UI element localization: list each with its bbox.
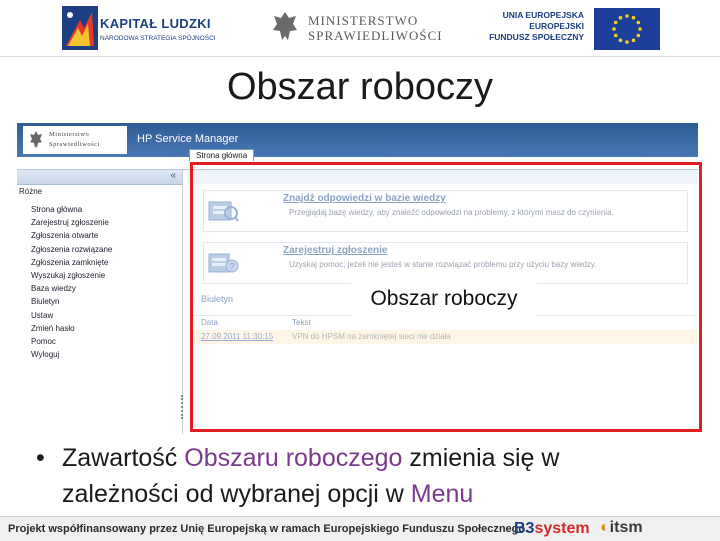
menu-item-search-ticket[interactable]: Wyszukaj zgłoszenie bbox=[31, 269, 112, 282]
footer: Projekt współfinansowany przez Unię Euro… bbox=[0, 516, 720, 541]
eu-line1: UNIA EUROPEJSKA bbox=[502, 10, 584, 20]
eu-flag-icon bbox=[594, 8, 660, 50]
menu-item-register-ticket[interactable]: Zarejestruj zgłoszenie bbox=[31, 216, 112, 229]
slide-title: Obszar roboczy bbox=[226, 66, 494, 108]
kapital-ludzki-mark-icon bbox=[62, 6, 98, 50]
ministry-line2: SPRAWIEDLIWOŚCI bbox=[308, 28, 443, 43]
menu-item-closed-tickets[interactable]: Zgłoszenia zamknięte bbox=[31, 256, 112, 269]
badge-line1: Ministerstwo bbox=[49, 131, 90, 138]
kapital-ludzki-title: KAPITAŁ LUDZKI bbox=[100, 16, 211, 31]
menu-item-help[interactable]: Pomoc bbox=[31, 335, 112, 348]
tab-home[interactable]: Strona główna bbox=[189, 149, 255, 161]
workspace-callout-label: Obszar roboczy bbox=[351, 282, 537, 316]
bullet-highlight-workspace: Obszaru roboczego bbox=[184, 444, 403, 472]
menu-item-resolved-tickets[interactable]: Zgłoszenia rozwiązane bbox=[31, 243, 112, 256]
itsm-logo: ◐itsm bbox=[600, 519, 643, 537]
badge-eagle-icon bbox=[30, 131, 42, 148]
bullet-text: Zawartość Obszaru roboczego zmienia się … bbox=[62, 440, 682, 512]
menu-sidebar: « Różne Strona główna Zarejestruj zgłosz… bbox=[17, 170, 183, 434]
menu-item-logout[interactable]: Wyloguj bbox=[31, 348, 112, 361]
itsm-mark-icon: ◐ bbox=[600, 519, 610, 536]
bullet-text-part1: Zawartość bbox=[62, 444, 185, 472]
eagle-emblem-icon bbox=[273, 12, 297, 40]
b3system-logo: B3system bbox=[514, 520, 590, 538]
sidebar-header: « bbox=[17, 170, 182, 185]
footer-funding-text: Projekt współfinansowany przez Unię Euro… bbox=[8, 523, 529, 535]
menu-item-bulletin[interactable]: Biuletyn bbox=[31, 295, 112, 308]
ministry-badge: Ministerstwo Sprawiedliwości bbox=[23, 126, 127, 154]
collapse-sidebar-button[interactable]: « bbox=[170, 170, 176, 181]
menu-list: Strona główna Zarejestruj zgłoszenie Zgł… bbox=[31, 203, 112, 361]
app-name: HP Service Manager bbox=[137, 133, 239, 145]
b3-part2: system bbox=[534, 520, 590, 537]
menu-item-change-password[interactable]: Zmień hasło bbox=[31, 322, 112, 335]
menu-section-title[interactable]: Różne bbox=[19, 187, 42, 196]
ministry-logo: MINISTERSTWO SPRAWIEDLIWOŚCI bbox=[272, 10, 442, 46]
kapital-ludzki-subtitle: NARODOWA STRATEGIA SPÓJNOŚCI bbox=[100, 35, 216, 42]
menu-item-knowledge-base[interactable]: Baza wiedzy bbox=[31, 282, 112, 295]
menu-item-open-tickets[interactable]: Zgłoszenia otwarte bbox=[31, 229, 112, 242]
badge-line2: Sprawiedliwości bbox=[49, 141, 100, 148]
app-header: Ministerstwo Sprawiedliwości HP Service … bbox=[17, 123, 698, 157]
menu-item-home[interactable]: Strona główna bbox=[31, 203, 112, 216]
eu-line2: EUROPEJSKI bbox=[529, 21, 584, 31]
ministry-line1: MINISTERSTWO bbox=[308, 13, 419, 28]
menu-item-settings[interactable]: Ustaw bbox=[31, 309, 112, 322]
logo-banner: KAPITAŁ LUDZKI NARODOWA STRATEGIA SPÓJNO… bbox=[0, 0, 720, 57]
eu-line3: FUNDUSZ SPOŁECZNY bbox=[489, 32, 584, 42]
itsm-text: itsm bbox=[609, 519, 643, 536]
kapital-ludzki-logo: KAPITAŁ LUDZKI NARODOWA STRATEGIA SPÓJNO… bbox=[62, 6, 216, 50]
bullet-symbol: • bbox=[36, 444, 45, 472]
eu-text: UNIA EUROPEJSKA EUROPEJSKI FUNDUSZ SPOŁE… bbox=[489, 10, 584, 43]
eu-logo: UNIA EUROPEJSKA EUROPEJSKI FUNDUSZ SPOŁE… bbox=[489, 8, 660, 50]
resize-grip[interactable] bbox=[181, 395, 186, 419]
b3-part1: B3 bbox=[514, 520, 535, 537]
bullet-highlight-menu: Menu bbox=[410, 480, 474, 508]
